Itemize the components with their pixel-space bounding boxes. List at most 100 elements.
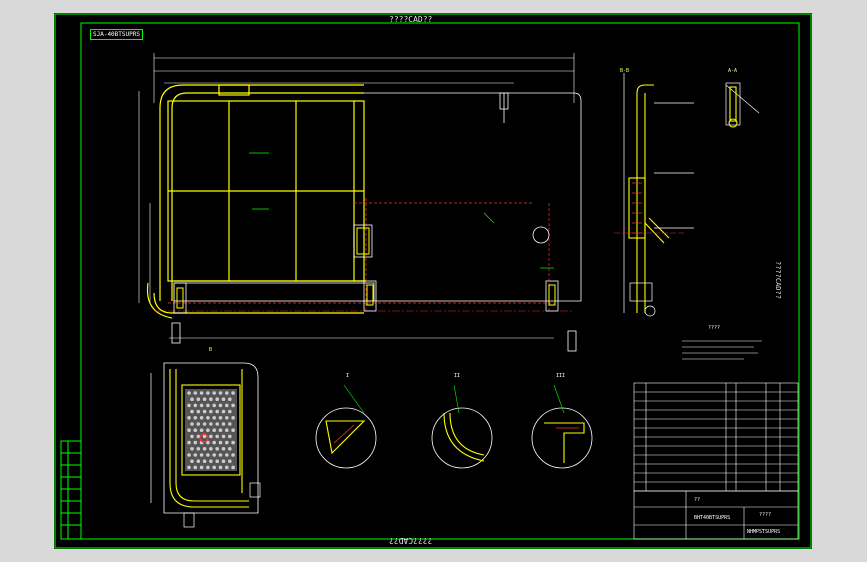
sheet-title-right: ????CAD?? [774, 261, 782, 299]
tube-hole [206, 453, 210, 457]
tube-hole [231, 391, 235, 395]
tube-hole [199, 453, 204, 457]
tube-hole [206, 403, 210, 408]
tube-hole [190, 447, 194, 451]
tube-hole [231, 428, 235, 433]
view-b-label: B [209, 347, 213, 353]
main-view [138, 53, 582, 352]
tube-hole [209, 459, 213, 464]
tube-hole [212, 465, 216, 470]
detail-circles [315, 384, 593, 469]
tube-hole [218, 453, 223, 457]
tube-hole [231, 453, 235, 457]
tube-hole [202, 397, 207, 402]
tube-hole [187, 403, 191, 408]
tube-hole [231, 416, 235, 420]
tube-hole [225, 391, 229, 395]
drawing-number: SJA-40BTSUPRS [90, 29, 143, 40]
tube-hole [193, 453, 198, 457]
tube-hole [228, 459, 232, 464]
tube-hole [228, 447, 232, 451]
tube-hole [187, 391, 191, 395]
view-b [150, 362, 261, 528]
tube-hole [196, 459, 201, 464]
tube-hole [206, 416, 210, 420]
tube-hole [225, 440, 229, 445]
tube-hole [221, 422, 226, 426]
section-aa-label: A-A [728, 68, 738, 74]
tube-hole [190, 459, 194, 464]
tube-hole [193, 440, 198, 445]
tube-hole [190, 422, 194, 426]
section-bb-label: B-B [620, 68, 630, 74]
tube-hole [212, 428, 216, 433]
tube-hole [221, 447, 226, 451]
tube-hole [193, 428, 198, 433]
tube-hole [193, 391, 198, 395]
tube-hole [190, 409, 194, 414]
tube-sheet-holes [185, 389, 237, 471]
tube-hole [221, 459, 226, 464]
tube-hole [212, 416, 216, 420]
tube-hole [187, 465, 191, 470]
tube-hole [199, 391, 204, 395]
tube-hole [221, 409, 226, 414]
notes-title: ???? [708, 325, 721, 331]
tube-hole [225, 428, 229, 433]
section-bb-view [614, 73, 694, 317]
tube-hole [187, 453, 191, 457]
tube-hole [225, 403, 229, 408]
tube-hole [212, 403, 216, 408]
tube-hole [199, 416, 204, 420]
tube-hole [225, 465, 229, 470]
tube-hole [215, 422, 219, 426]
tube-hole [193, 403, 198, 408]
tube-hole [228, 434, 232, 439]
tube-hole [218, 391, 223, 395]
tube-hole [221, 434, 226, 439]
tube-hole [193, 416, 198, 420]
sheet-title-bottom: ????CAD?? [389, 536, 433, 545]
parts-list [633, 382, 799, 492]
tube-hole [215, 447, 219, 451]
tube-hole [212, 440, 216, 445]
title-name-row: BHT40BTSUPRS [694, 515, 731, 521]
tube-hole [228, 409, 232, 414]
title-material: ?? [694, 497, 701, 503]
tube-hole [212, 453, 216, 457]
title-company: ???? [759, 512, 772, 518]
tube-hole [196, 447, 201, 451]
tube-hole [202, 447, 207, 451]
tube-hole [206, 391, 210, 395]
tube-hole [196, 409, 201, 414]
tube-hole [187, 440, 191, 445]
detail-label-1: I [346, 373, 350, 379]
tube-hole [231, 403, 235, 408]
tube-hole [190, 397, 194, 402]
tube-hole [190, 434, 194, 439]
tech-notes [682, 340, 762, 360]
tube-hole [221, 397, 226, 402]
tube-hole [228, 422, 232, 426]
tube-hole [215, 434, 219, 439]
tube-hole [206, 428, 210, 433]
tube-hole [228, 397, 232, 402]
tube-hole [199, 428, 204, 433]
tube-hole [218, 428, 223, 433]
tube-hole [196, 397, 201, 402]
tube-hole [202, 459, 207, 464]
tube-hole [218, 440, 223, 445]
tube-hole [187, 428, 191, 433]
tube-hole [231, 440, 235, 445]
tube-hole [212, 391, 216, 395]
cad-drawing [54, 13, 812, 549]
tube-hole [218, 416, 223, 420]
detail-label-3: III [556, 373, 566, 379]
tube-hole [215, 459, 219, 464]
tube-hole [202, 409, 207, 414]
sheet-title-top: ????CAD?? [389, 15, 433, 24]
tube-hole [218, 403, 223, 408]
tube-hole [209, 409, 213, 414]
margin-table [60, 440, 82, 540]
tube-hole [225, 453, 229, 457]
